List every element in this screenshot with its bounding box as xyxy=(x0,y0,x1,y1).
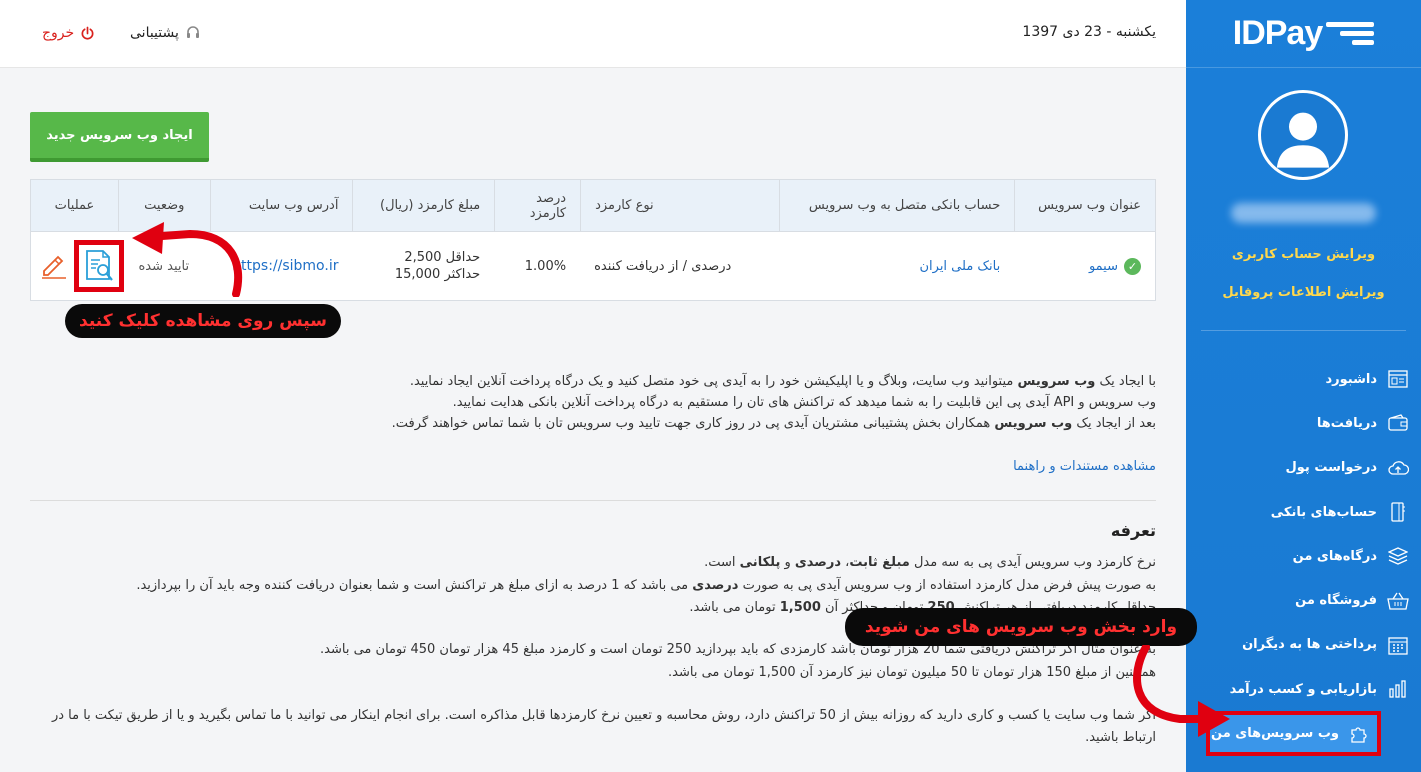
description-block: با ایجاد یک وب سرویس میتوانید وب سایت، و… xyxy=(276,371,1156,434)
logout-button[interactable]: خروج xyxy=(42,25,95,41)
header-fee-percent: درصد کارمزد xyxy=(494,180,580,231)
callout-view-instruction: سپس روی مشاهده کلیک کنید xyxy=(65,304,341,338)
sidebar-item-label: پرداختی ها به دیگران xyxy=(1242,637,1377,653)
sidebar-item-label: دریافت‌ها xyxy=(1316,415,1377,431)
sidebar-divider xyxy=(1201,330,1406,331)
bank-cell: بانک ملی ایران xyxy=(779,232,1015,300)
tariff-para-2: به صورت پیش فرض مدل کارمزد استفاده از وب… xyxy=(136,578,1156,593)
tariff-para-1: نرخ کارمزد وب سرویس آیدی پی به سه مدل مب… xyxy=(704,555,1156,570)
bank-link[interactable]: بانک ملی ایران xyxy=(919,259,1000,274)
wallet-icon xyxy=(1387,413,1409,433)
description-line-3: بعد از ایجاد یک وب سرویس همکاران بخش پشت… xyxy=(391,416,1156,431)
tariff-heading: تعرفه xyxy=(1110,521,1156,540)
dashboard-icon xyxy=(1387,369,1409,389)
puzzle-icon xyxy=(1349,724,1371,744)
sidebar-item-label: فروشگاه من xyxy=(1295,593,1377,609)
sidebar-item-label: درخواست پول xyxy=(1285,460,1377,476)
status-cell: تایید شده xyxy=(138,258,190,274)
bank-card-icon xyxy=(1387,502,1409,522)
callout-section-instruction: وارد بخش وب سرویس های من شوید xyxy=(845,608,1197,646)
basket-icon xyxy=(1387,591,1409,611)
support-label: پشتیبانی xyxy=(130,25,179,41)
idpay-logo[interactable]: IDPay xyxy=(1186,0,1421,68)
service-title-cell: ✓ سیمو xyxy=(1014,232,1155,300)
header-title: عنوان وب سرویس xyxy=(1014,180,1155,231)
view-button[interactable] xyxy=(74,240,124,292)
table-header: عنوان وب سرویس حساب بانکی متصل به وب سرو… xyxy=(31,180,1155,232)
cloud-icon xyxy=(1387,458,1409,478)
sidebar-item-label: بازاریابی و کسب درآمد xyxy=(1229,681,1377,697)
top-bar: یکشنبه - 23 دی 1397 پشتیبانی خروج xyxy=(0,0,1186,68)
sidebar-item-marketing[interactable]: بازاریابی و کسب درآمد xyxy=(1186,667,1421,711)
sidebar-item-request-money[interactable]: درخواست پول xyxy=(1186,446,1421,490)
sidebar-item-my-shop[interactable]: فروشگاه من xyxy=(1186,578,1421,622)
header-status: وضعیت xyxy=(117,180,210,231)
user-icon xyxy=(1276,112,1330,168)
website-cell: https://sibmo.ir xyxy=(210,232,353,300)
create-web-service-button[interactable]: ایجاد وب سرویس جدید xyxy=(30,112,209,162)
support-link[interactable]: پشتیبانی xyxy=(130,25,201,41)
header-website: آدرس وب سایت xyxy=(209,180,353,231)
header-fee-amount: مبلغ کارمزد (ریال) xyxy=(352,180,494,231)
header-bank: حساب بانکی متصل به وب سرویس xyxy=(778,180,1015,231)
sidebar-item-receipts[interactable]: دریافت‌ها xyxy=(1186,401,1421,445)
description-line-1: با ایجاد یک وب سرویس میتوانید وب سایت، و… xyxy=(409,374,1156,389)
sidebar-item-dashboard[interactable]: داشبورد xyxy=(1186,357,1421,401)
header-actions: عملیات xyxy=(54,198,95,213)
sidebar-item-label: حساب‌های بانکی xyxy=(1270,504,1377,520)
sidebar-item-bank-accounts[interactable]: حساب‌های بانکی xyxy=(1186,490,1421,534)
tariff-para-5: همچنین از مبلغ 150 هزار تومان تا 50 میلی… xyxy=(668,665,1156,680)
sidebar-item-gateways[interactable]: درگاه‌های من xyxy=(1186,534,1421,578)
edit-pencil-icon[interactable] xyxy=(40,251,68,283)
web-services-table: عنوان وب سرویس حساب بانکی متصل به وب سرو… xyxy=(30,179,1156,301)
logout-label: خروج xyxy=(42,25,75,41)
username-blurred xyxy=(1231,203,1376,223)
logo-speed-lines-icon xyxy=(1324,19,1375,49)
sidebar-menu: داشبورد دریافت‌ها درخواست پول حساب‌های ب… xyxy=(1186,357,1421,756)
table-row: ✓ سیمو بانک ملی ایران درصدی / از دریافت … xyxy=(31,232,1155,300)
fee-max: حداکثر 15,000 xyxy=(394,267,481,282)
calendar-icon xyxy=(1387,635,1409,655)
tariff-para-6: اگر شما وب سایت یا کسب و کاری دارید که ر… xyxy=(51,708,1156,723)
tariff-para-7: ارتباط باشید. xyxy=(1085,730,1156,745)
website-link[interactable]: https://sibmo.ir xyxy=(232,258,338,274)
description-line-2: وب سرویس و API آیدی پی این قابلیت را به … xyxy=(452,395,1156,410)
fee-percent-cell: 1.00% xyxy=(524,258,567,274)
sidebar-item-label: داشبورد xyxy=(1325,371,1377,387)
sidebar-item-label: وب سرویس‌های من xyxy=(1211,726,1339,742)
view-document-icon xyxy=(86,250,113,281)
sidebar-item-my-web-services[interactable]: وب سرویس‌های من xyxy=(1206,711,1381,756)
layers-icon xyxy=(1387,546,1409,566)
edit-account-link[interactable]: ویرایش حساب کاربری xyxy=(1186,247,1421,262)
headset-icon xyxy=(186,26,199,38)
sidebar-item-payments-to-others[interactable]: پرداختی ها به دیگران xyxy=(1186,623,1421,667)
verified-check-icon: ✓ xyxy=(1124,257,1141,275)
sidebar-item-label: درگاه‌های من xyxy=(1292,548,1377,564)
bar-chart-icon xyxy=(1387,679,1409,699)
docs-link[interactable]: مشاهده مستندات و راهنما xyxy=(1013,459,1156,474)
current-date: یکشنبه - 23 دی 1397 xyxy=(1022,24,1156,40)
service-title-link[interactable]: سیمو xyxy=(1089,259,1118,274)
fee-amount-cell: حداقل 2,500 حداکثر 15,000 xyxy=(352,232,494,300)
logo-text: IDPay xyxy=(1232,14,1323,52)
power-icon xyxy=(81,26,94,40)
header-fee-type: نوع کارمزد xyxy=(580,180,779,231)
fee-type-cell: درصدی / از دریافت کننده xyxy=(594,258,732,274)
edit-profile-link[interactable]: ویرایش اطلاعات پروفایل xyxy=(1186,285,1421,300)
sidebar: IDPay ویرایش حساب کاربری ویرایش اطلاعات … xyxy=(1186,0,1421,772)
fee-min: حداقل 2,500 xyxy=(404,250,481,265)
divider xyxy=(30,500,1156,501)
avatar[interactable] xyxy=(1258,90,1348,180)
